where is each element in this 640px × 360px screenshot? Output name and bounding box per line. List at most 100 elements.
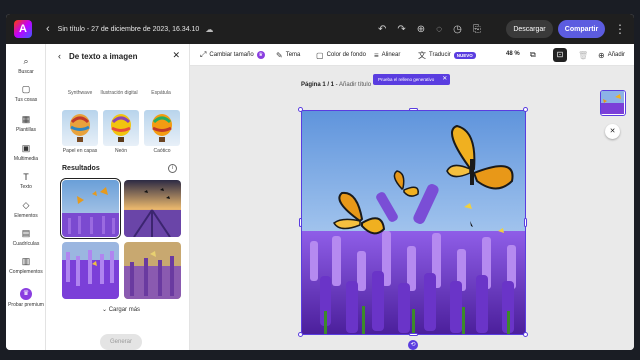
page-thumbnail[interactable] — [600, 90, 626, 116]
folder-icon: ▢ — [21, 84, 31, 94]
app-window: A ‹ Sin título - 27 de diciembre de 2023… — [6, 14, 634, 350]
crown-icon: ♛ — [20, 288, 32, 300]
zoom-level[interactable]: 48 % — [506, 51, 520, 57]
adobe-express-logo[interactable]: A — [14, 20, 32, 38]
results-title: Resultados — [62, 165, 100, 172]
download-button[interactable]: Descargar — [506, 20, 553, 38]
apps-grid-icon[interactable]: ⋮ — [614, 22, 626, 36]
balloon-image — [111, 114, 131, 142]
layout-icon[interactable]: ⊡ — [553, 48, 567, 62]
panel-back-icon[interactable]: ‹ — [58, 51, 61, 61]
page-thumbnail-image — [601, 91, 624, 114]
share-link-icon[interactable]: ⎘ — [473, 24, 481, 35]
load-more-button[interactable]: ⌄ Cargar más — [102, 306, 140, 313]
canvas-area: Página 1 / 1 - Añadir título Prueba el r… — [190, 66, 594, 350]
search-icon: ⌕ — [23, 56, 29, 66]
result-image-2[interactable] — [124, 180, 181, 237]
grid-icon: ▤ — [21, 228, 31, 238]
trash-icon[interactable]: 🗑 — [578, 44, 588, 66]
shapes-icon: ◇ — [22, 200, 30, 210]
selected-image[interactable] — [301, 110, 526, 335]
premium-crown-icon: ♛ — [256, 51, 265, 59]
text-to-image-panel: ‹ De texto a imagen ✕ Synthwave Ilustrac… — [46, 44, 190, 350]
resize-handle-br[interactable] — [523, 332, 528, 337]
rail-item-your-stuff[interactable]: ▢ Tus cosas — [6, 84, 46, 103]
rail-item-text[interactable]: T Texto — [6, 172, 46, 190]
rail-item-premium[interactable]: ♛ Probar premium — [6, 288, 46, 308]
document-title[interactable]: Sin título - 27 de diciembre de 2023, 16… — [58, 26, 200, 33]
result-image-1[interactable] — [60, 178, 121, 239]
generate-button[interactable]: Generar — [100, 334, 142, 350]
rail-item-media[interactable]: ▣ Multimedia — [6, 143, 46, 162]
balloon-image — [70, 114, 90, 142]
chevron-down-icon: ⌄ — [102, 307, 108, 313]
style-label-digital[interactable]: Ilustración digital — [99, 90, 139, 96]
rail-item-search[interactable]: ⌕ Buscar — [6, 56, 46, 75]
style-thumb-neon[interactable] — [103, 110, 139, 146]
schedule-icon[interactable]: ◷ — [453, 24, 462, 35]
comment-icon[interactable]: ◌ — [436, 24, 442, 35]
share-button[interactable]: Compartir — [558, 20, 605, 38]
resize-handle-bl[interactable] — [298, 332, 303, 337]
translate-button[interactable]: 文 Traducir NUEVO — [418, 44, 476, 66]
add-button[interactable]: ⊕ Añadir — [598, 44, 625, 66]
background-color-button[interactable]: ▢ Color de fondo — [316, 44, 366, 66]
close-icon[interactable]: ✕ — [172, 50, 180, 61]
resize-button[interactable]: ⤢ Cambiar tamaño ♛ — [200, 44, 265, 66]
style-label-synthwave[interactable]: Synthwave — [60, 90, 100, 96]
style-thumb-layered-paper[interactable] — [62, 110, 98, 146]
style-label-chaotic: Caótico — [153, 148, 171, 154]
style-label-layered-paper: Papel en capas — [62, 148, 98, 154]
templates-icon: ▦ — [21, 114, 31, 124]
top-bar: A ‹ Sin título - 27 de diciembre de 2023… — [6, 14, 634, 44]
butterflies-lavender-artwork — [302, 111, 525, 334]
translate-icon: 文 — [418, 50, 426, 60]
tooltip-close-icon[interactable]: ✕ — [440, 75, 449, 84]
redo-icon[interactable]: ↷ — [397, 24, 405, 35]
resize-handle-right[interactable] — [524, 218, 527, 227]
align-button[interactable]: ≡ Alinear — [374, 44, 400, 66]
generative-fill-tooltip[interactable]: Prueba el relleno generativo ✕ — [373, 74, 451, 85]
left-rail: ⌕ Buscar ▢ Tus cosas ▦ Plantillas ▣ Multimed… — [6, 44, 46, 350]
golden-lavender-image — [124, 242, 181, 299]
layers-icon[interactable]: ⧉ — [530, 44, 536, 66]
balloon-image — [152, 114, 172, 142]
back-arrow-icon[interactable]: ‹ — [46, 23, 50, 35]
resize-handle-bottom[interactable] — [409, 333, 418, 336]
purple-lavender-closeup-image — [62, 242, 119, 299]
result-image-3[interactable] — [62, 242, 119, 299]
style-label-palette[interactable]: Espátula — [141, 90, 181, 96]
rail-item-templates[interactable]: ▦ Plantillas — [6, 114, 46, 133]
text-icon: T — [23, 172, 29, 182]
theme-icon: ✎ — [276, 50, 283, 60]
invite-icon[interactable]: ⊕ — [417, 24, 425, 35]
plus-circle-icon: ⊕ — [598, 50, 605, 60]
addons-icon: ▥ — [21, 256, 31, 266]
rail-item-elements[interactable]: ◇ Elementos — [6, 200, 46, 219]
cloud-sync-icon: ☁ — [205, 24, 214, 34]
result-image-4[interactable] — [124, 242, 181, 299]
style-thumb-chaotic[interactable] — [144, 110, 180, 146]
resize-icon: ⤢ — [200, 50, 207, 59]
theme-button[interactable]: ✎ Tema — [276, 44, 300, 66]
resize-handle-tr[interactable] — [523, 107, 528, 112]
close-pages-icon[interactable]: ✕ — [605, 124, 620, 139]
butterflies-lavender-image — [62, 180, 119, 237]
rotate-icon[interactable]: ⟲ — [408, 340, 418, 350]
resize-handle-top[interactable] — [409, 108, 418, 111]
pages-sidebar: ✕ — [594, 66, 634, 350]
style-label-neon: Neón — [115, 148, 127, 154]
info-icon[interactable]: i — [168, 164, 177, 173]
rail-item-grids[interactable]: ▤ Cuadrículas — [6, 228, 46, 247]
panel-header: ‹ De texto a imagen ✕ — [46, 44, 190, 68]
lavender-field-sunset-image — [124, 180, 181, 237]
page-label: Página 1 / 1 - Añadir título — [301, 82, 372, 88]
rail-item-addons[interactable]: ▥ Complementos — [6, 256, 46, 275]
resize-handle-left[interactable] — [299, 218, 302, 227]
resize-handle-tl[interactable] — [298, 107, 303, 112]
new-badge: NUEVO — [453, 51, 476, 59]
media-icon: ▣ — [21, 143, 31, 153]
add-title-link[interactable]: Añadir título — [339, 82, 371, 88]
panel-title: De texto a imagen — [69, 51, 138, 61]
undo-icon[interactable]: ↶ — [378, 24, 386, 35]
